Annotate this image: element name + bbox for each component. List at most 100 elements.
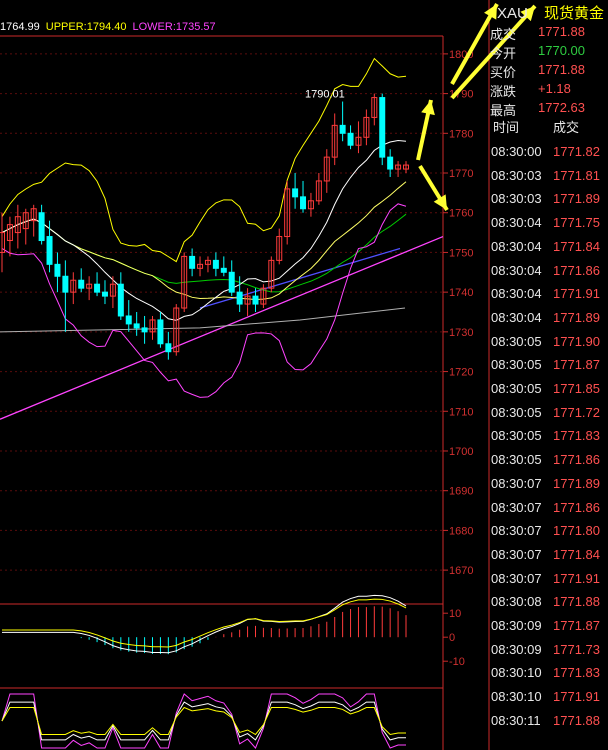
tick-price: 1771.89 xyxy=(553,191,600,207)
candle-body xyxy=(252,295,259,305)
y-tick-label: 1690 xyxy=(449,486,473,498)
candle-body xyxy=(347,132,354,146)
tick-price: 1771.87 xyxy=(553,357,600,373)
tick-row: 08:30:07 1771.91 xyxy=(489,571,608,595)
tick-row: 08:30:05 1771.86 xyxy=(489,452,608,476)
y-tick-label: 1700 xyxy=(449,446,473,458)
tick-row: 08:30:04 1771.91 xyxy=(489,286,608,310)
tick-time: 08:30:09 xyxy=(491,618,542,633)
macd-tick-label: 10 xyxy=(449,608,461,620)
candle-body xyxy=(117,283,124,317)
boll-lower-label: LOWER:1735.57 xyxy=(132,21,216,33)
candle-body xyxy=(101,291,108,297)
y-tick-label: 1720 xyxy=(449,367,473,379)
quote-row: 成交 1771.88 xyxy=(489,24,608,42)
candle-body xyxy=(292,188,299,198)
tick-time: 08:30:07 xyxy=(491,523,542,539)
boll-mid-line xyxy=(1,139,407,321)
tick-row: 08:30:11 1771.88 xyxy=(489,713,608,737)
candle-body xyxy=(125,315,132,325)
quote-row: 最高 1772.63 xyxy=(489,100,608,118)
candle-body xyxy=(379,97,386,158)
boll-header: 1764.99 UPPER:1794.40 LOWER:1735.57 xyxy=(0,21,222,33)
y-tick-label: 1680 xyxy=(449,525,473,537)
tick-row: 08:30:07 1771.84 xyxy=(489,547,608,571)
tick-price: 1771.91 xyxy=(553,570,600,586)
quote-panel: XAU 现货黄金 成交 1771.88 今开 1770.00 买价 1771.88 涨跌 +1… xyxy=(489,0,608,750)
tick-row: 08:30:10 1771.83 xyxy=(489,665,608,689)
macd-dea-line xyxy=(2,598,407,648)
y-tick-label: 1760 xyxy=(449,208,473,220)
arrow-up-projection xyxy=(416,99,435,161)
tick-price: 1771.75 xyxy=(553,215,600,231)
candle-body xyxy=(46,236,53,265)
tick-price: 1771.84 xyxy=(553,546,600,562)
y-tick-label: 1750 xyxy=(449,247,473,259)
tick-price: 1771.86 xyxy=(553,452,600,468)
macd-tick-label: 0 xyxy=(449,632,455,644)
tick-price: 1771.83 xyxy=(553,665,600,681)
tick-price: 1771.88 xyxy=(553,712,600,728)
tick-row: 08:30:09 1771.73 xyxy=(489,642,608,666)
tick-time: 08:30:11 xyxy=(491,712,541,728)
tick-price: 1771.82 xyxy=(553,144,600,159)
tick-row: 08:30:00 1771.82 xyxy=(489,144,608,168)
peak-price-label: 1790.01 xyxy=(305,89,345,101)
kdj-d-line xyxy=(1,706,406,736)
col-time: 时间 xyxy=(493,120,520,135)
candle-body xyxy=(133,323,140,329)
quote-row: 买价 1771.88 xyxy=(489,62,608,80)
tick-time: 08:30:03 xyxy=(491,167,542,183)
candle-body xyxy=(339,124,346,134)
candle-body xyxy=(157,319,164,345)
tick-time: 08:30:03 xyxy=(491,191,542,207)
quote-title: XAU 现货黄金 xyxy=(497,2,604,23)
quote-row-value: 1771.88 xyxy=(538,62,585,77)
boll-mid-label: 1764.99 xyxy=(0,21,40,33)
candle-body xyxy=(94,283,101,293)
y-tick-label: 1670 xyxy=(449,565,473,577)
quote-row-label: 今开 xyxy=(490,46,517,61)
quote-row-value: 1771.88 xyxy=(538,24,585,39)
tick-time: 08:30:10 xyxy=(491,689,542,705)
tick-time: 08:30:05 xyxy=(491,333,542,349)
tick-price: 1771.85 xyxy=(553,381,600,396)
tick-time: 08:30:08 xyxy=(491,594,542,610)
symbol-name: 现货黄金 xyxy=(544,5,605,22)
tick-row: 08:30:05 1771.90 xyxy=(489,334,608,358)
tick-price: 1771.89 xyxy=(553,475,600,491)
trendline-support xyxy=(0,235,444,420)
tick-time: 08:30:05 xyxy=(491,357,542,373)
tick-price: 1771.88 xyxy=(553,594,600,610)
candle-body xyxy=(212,259,219,269)
tick-price: 1771.84 xyxy=(553,238,600,254)
tick-time: 08:30:05 xyxy=(491,452,542,468)
symbol-code: XAU xyxy=(497,5,528,22)
tick-time: 08:30:04 xyxy=(491,238,542,254)
tick-price: 1771.80 xyxy=(553,523,600,539)
tick-time: 08:30:07 xyxy=(491,475,542,491)
tick-row: 08:30:04 1771.75 xyxy=(489,215,608,239)
tick-price: 1771.91 xyxy=(553,689,600,705)
candle-body xyxy=(38,212,45,242)
tick-price: 1771.73 xyxy=(553,641,600,657)
quote-row: 涨跌 +1.18 xyxy=(489,81,608,99)
tick-price: 1771.86 xyxy=(553,499,600,515)
candle-body xyxy=(141,327,148,333)
tick-time: 08:30:04 xyxy=(491,262,542,278)
tick-time: 08:30:05 xyxy=(491,404,542,420)
tick-price: 1771.89 xyxy=(553,309,600,325)
y-tick-label: 1770 xyxy=(449,168,473,180)
tick-row: 08:30:03 1771.89 xyxy=(489,191,608,215)
candle-body xyxy=(236,291,243,305)
tick-price: 1771.91 xyxy=(553,286,600,302)
tick-price: 1771.83 xyxy=(553,428,600,444)
candle-body xyxy=(54,263,61,277)
ma-long-gray xyxy=(0,307,406,333)
col-price: 成交 xyxy=(553,120,580,135)
tick-row: 08:30:08 1771.88 xyxy=(489,594,608,618)
tick-time: 08:30:05 xyxy=(491,381,542,396)
quote-row: 今开 1770.00 xyxy=(489,43,608,61)
tick-time: 08:30:04 xyxy=(491,215,542,231)
tick-row: 08:30:07 1771.89 xyxy=(489,476,608,500)
